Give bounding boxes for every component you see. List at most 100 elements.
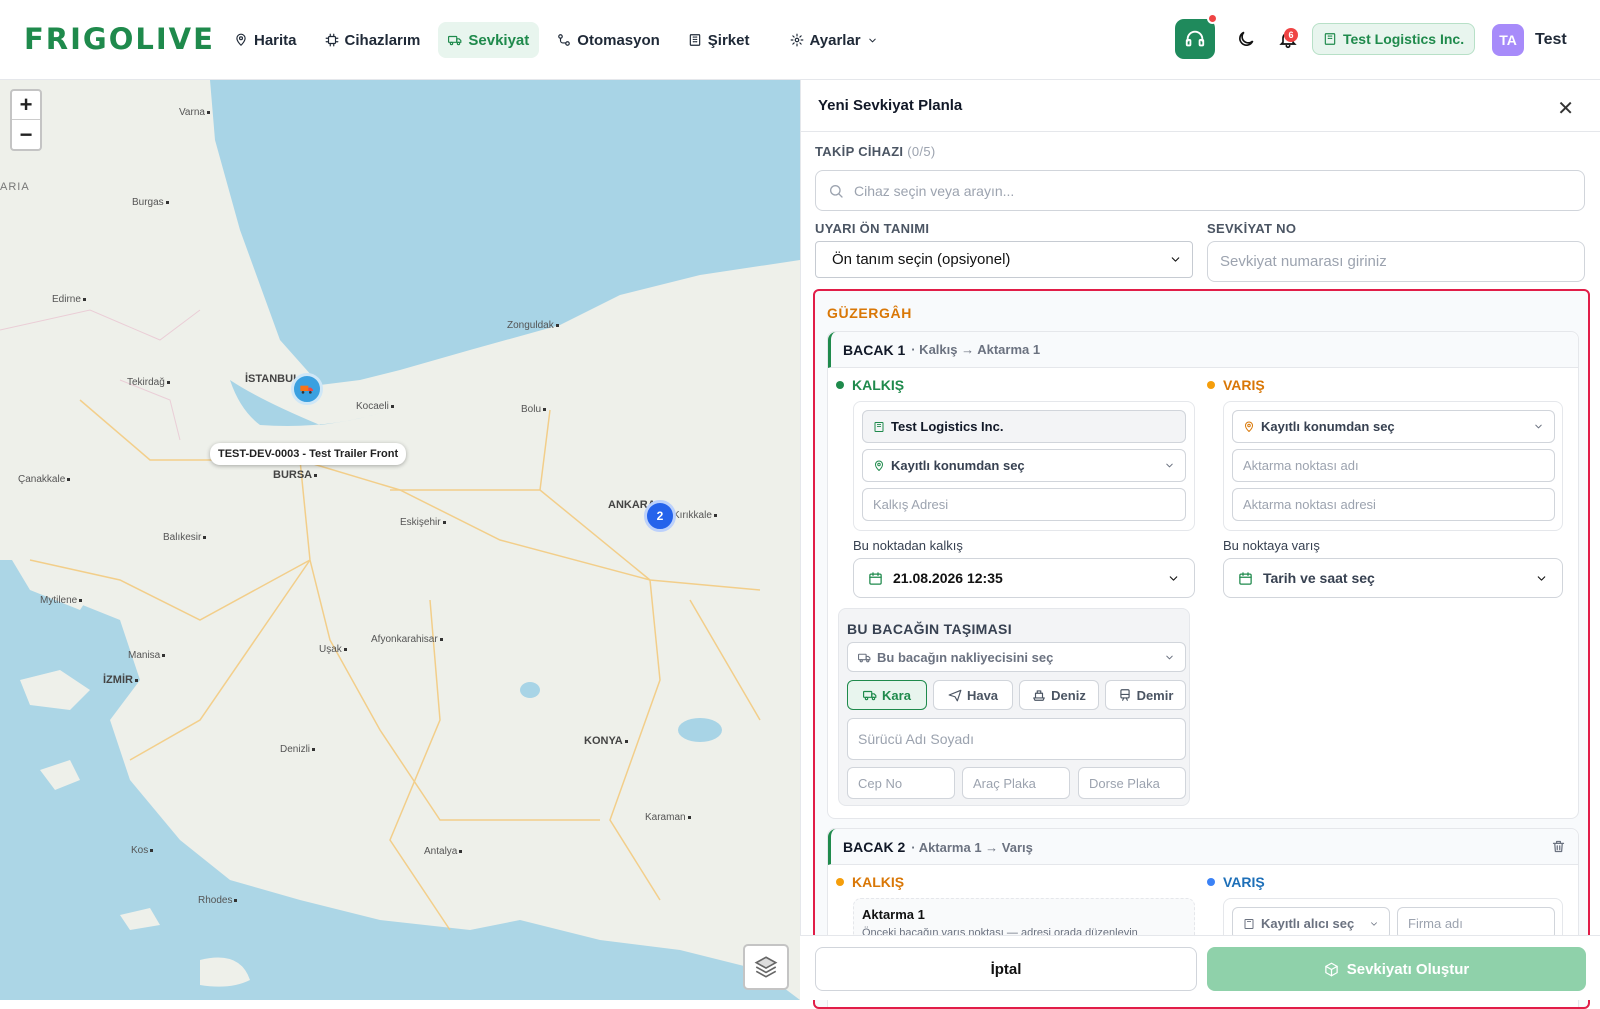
departure-datetime-picker[interactable]: 21.08.2026 12:35 — [853, 558, 1195, 598]
logo[interactable]: FRIGOLIVE — [24, 22, 215, 56]
device-search-input[interactable]: Cihaz seçin veya arayın... — [815, 170, 1585, 211]
mode-label: Kara — [882, 687, 911, 703]
carrier-select[interactable]: Bu bacağın nakliyecisini seç — [847, 642, 1186, 672]
panel-title: Yeni Sevkiyat Planla — [801, 80, 1600, 132]
device-search-placeholder: Cihaz seçin veya arayın... — [854, 182, 1015, 199]
trash-icon[interactable] — [1551, 839, 1566, 854]
map-view[interactable]: + − Varna Burgas Edirne Tekirdağ İSTANBU… — [0, 80, 800, 1000]
notification-badge: 6 — [1284, 28, 1298, 42]
device-label[interactable]: TEST-DEV-0003 - Test Trailer Front — [210, 443, 407, 465]
shipment-no-placeholder: Sevkiyat numarası giriniz — [1220, 253, 1387, 270]
workflow-icon — [558, 34, 571, 46]
nav-label: Sevkiyat — [468, 31, 530, 49]
moon-icon[interactable] — [1236, 29, 1256, 49]
phone-input[interactable]: Cep No — [847, 767, 955, 799]
map-place: Kocaeli — [356, 401, 394, 412]
leg-1-arrival-heading: VARIŞ — [1207, 377, 1265, 393]
avatar[interactable]: TA — [1492, 24, 1524, 56]
arrival-saved-location-select[interactable]: Kayıtlı konumdan seç — [1232, 410, 1555, 443]
trailer-plate-input[interactable]: Dorse Plaka — [1078, 767, 1186, 799]
close-icon[interactable]: ✕ — [1557, 96, 1574, 121]
alert-preset-select[interactable]: Ön tanım seçin (opsiyonel) — [815, 241, 1193, 278]
device-label-text: TAKİP CİHAZI — [815, 144, 904, 159]
mode-demir-button[interactable]: Demir — [1105, 680, 1186, 710]
transfer-name-input[interactable]: Aktarma noktası adı — [1232, 449, 1555, 482]
receiver-select-label: Kayıtlı alıcı seç — [1261, 916, 1355, 931]
support-button[interactable] — [1175, 19, 1215, 59]
mode-label: Hava — [966, 687, 999, 703]
map-place: Balıkesir — [163, 532, 206, 543]
vehicle-plate-input[interactable]: Araç Plaka — [962, 767, 1070, 799]
support-status-dot — [1207, 13, 1218, 24]
nav-label: Otomasyon — [577, 31, 660, 49]
map-place: Zonguldak — [507, 320, 559, 331]
nav-item-sevkiyat[interactable]: Sevkiyat — [438, 22, 540, 58]
map-place: Denizli — [280, 744, 315, 755]
map-pin-icon — [1245, 421, 1253, 432]
nav-item-harita[interactable]: Harita — [224, 22, 307, 58]
zoom-in-button[interactable]: + — [12, 91, 40, 120]
truck-icon — [448, 35, 462, 46]
company-name: Test Logistics Inc. — [1343, 31, 1465, 47]
nav-label: Cihazlarım — [344, 31, 421, 49]
departure-time-label: Bu noktadan kalkış — [853, 538, 963, 553]
departure-saved-location-select[interactable]: Kayıtlı konumdan seç — [862, 449, 1186, 482]
map-place: Manisa — [128, 650, 165, 661]
map-place: Uşak — [319, 644, 347, 655]
map-base — [0, 80, 800, 1000]
departure-label: KALKIŞ — [852, 874, 905, 890]
plane-icon — [948, 689, 962, 702]
mode-deniz-button[interactable]: Deniz — [1019, 680, 1099, 710]
create-shipment-button[interactable]: Sevkiyatı Oluştur — [1207, 947, 1586, 991]
map-place: Edirne — [52, 294, 86, 305]
map-place: Afyonkarahisar — [371, 634, 443, 645]
arrival-datetime-picker[interactable]: Tarih ve saat seç — [1223, 558, 1563, 598]
shipment-no-input[interactable]: Sevkiyat numarası giriniz — [1207, 241, 1585, 282]
nav-item-cihazlarim[interactable]: Cihazlarım — [315, 22, 431, 58]
chip-icon — [325, 33, 338, 47]
chevron-down-icon — [1169, 575, 1178, 581]
driver-name-input[interactable]: Sürücü Adı Soyadı — [847, 718, 1186, 760]
mode-label: Deniz — [1051, 687, 1086, 703]
transfer-address-placeholder: Aktarma noktası adresi — [1243, 497, 1376, 512]
username[interactable]: Test — [1535, 31, 1567, 49]
departure-company: Test Logistics Inc. — [862, 410, 1186, 443]
mode-hava-button[interactable]: Hava — [933, 680, 1013, 710]
calendar-icon — [869, 571, 882, 585]
layers-button[interactable] — [743, 944, 789, 990]
nav-item-sirket[interactable]: Şirket — [678, 22, 760, 58]
mode-kara-button[interactable]: Kara — [847, 680, 927, 710]
marker-cluster[interactable]: 2 — [644, 500, 676, 532]
company-switcher[interactable]: Test Logistics Inc. — [1312, 23, 1476, 55]
leg-1-departure-heading: KALKIŞ — [836, 377, 904, 393]
nav-item-ayarlar[interactable]: Ayarlar — [780, 22, 888, 58]
map-place: Burgas — [132, 197, 169, 208]
map-place: KONYA — [584, 735, 628, 747]
chevron-down-icon — [1371, 921, 1377, 926]
search-icon — [830, 184, 843, 198]
map-place: Kos — [131, 845, 153, 856]
trailer-placeholder: Dorse Plaka — [1089, 775, 1160, 791]
truck-icon — [858, 653, 871, 662]
map-place: Antalya — [424, 846, 462, 857]
train-icon — [1119, 689, 1130, 701]
transfer-name-placeholder: Aktarma noktası adı — [1243, 458, 1359, 473]
map-place: Rhodes — [198, 895, 237, 906]
arrival-label: VARIŞ — [1223, 874, 1265, 890]
departure-address-input[interactable]: Kalkış Adresi — [862, 488, 1186, 521]
transfer-title: Aktarma 1 — [862, 907, 925, 922]
cancel-button[interactable]: İptal — [815, 947, 1197, 991]
map-place: Varna — [179, 107, 210, 118]
status-dot — [836, 381, 844, 389]
device-marker[interactable] — [291, 373, 323, 405]
mode-label: Demir — [1136, 687, 1174, 703]
building-icon — [1244, 918, 1254, 929]
nav-item-otomasyon[interactable]: Otomasyon — [547, 22, 670, 58]
nav-label: Harita — [254, 31, 297, 49]
zoom-out-button[interactable]: − — [12, 120, 40, 149]
map-place: BURSA — [273, 469, 317, 481]
transfer-address-input[interactable]: Aktarma noktası adresi — [1232, 488, 1555, 521]
chevron-down-icon — [1171, 257, 1180, 262]
leg-2-departure-heading: KALKIŞ — [836, 874, 904, 890]
map-place: Eskişehir — [400, 517, 446, 528]
